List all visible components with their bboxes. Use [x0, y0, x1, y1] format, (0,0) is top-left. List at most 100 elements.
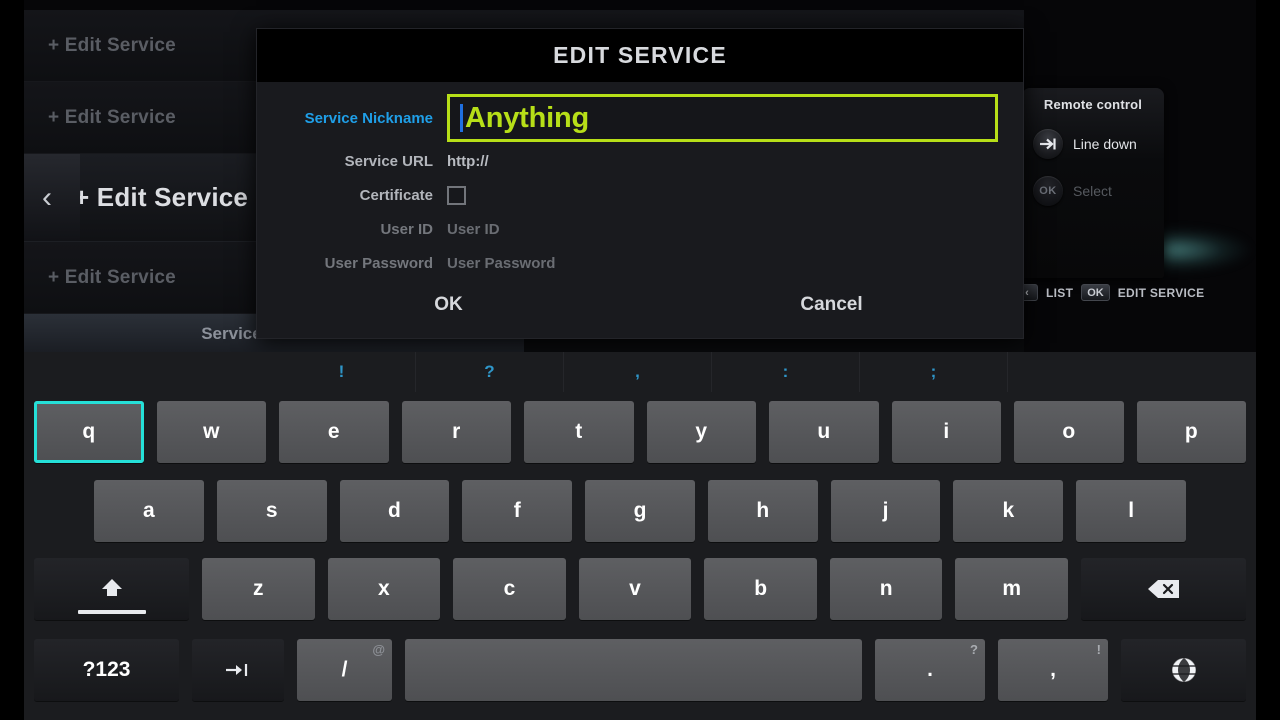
remote-item-line-down[interactable]: Line down [1022, 129, 1164, 159]
edit-service-hint-label: EDIT SERVICE [1117, 285, 1205, 300]
symbols-key[interactable]: ?123 [34, 639, 179, 701]
hint-label: , [635, 362, 640, 381]
list-item-label: + Edit Service [74, 182, 249, 212]
shift-icon [98, 576, 126, 602]
key-x[interactable]: x [327, 558, 441, 620]
list-item-label: + Edit Service [48, 106, 176, 128]
dialog-title: EDIT SERVICE [553, 42, 727, 68]
key-f[interactable]: f [462, 480, 573, 542]
slash-key-label: / [341, 658, 348, 681]
period-key-label: . [927, 658, 933, 681]
key-i[interactable]: i [891, 401, 1001, 463]
key-r[interactable]: r [401, 401, 511, 463]
nickname-label: Service Nickname [304, 109, 433, 127]
period-key-sup: ? [970, 642, 978, 657]
key-g[interactable]: g [585, 480, 695, 542]
punctuation-hint-row: ! ? , : ; [24, 352, 1256, 392]
user-id-input[interactable]: User ID [447, 221, 500, 238]
hint-label: ; [930, 362, 937, 381]
cancel-button[interactable]: Cancel [640, 294, 1023, 316]
slash-key[interactable]: / @ [297, 639, 392, 701]
nickname-input[interactable]: Anything [447, 94, 998, 142]
key-k[interactable]: k [953, 480, 1064, 542]
hint-cell[interactable]: ! [268, 352, 416, 392]
certificate-checkbox[interactable] [447, 185, 466, 205]
edit-service-dialog: EDIT SERVICE Service Nickname Anything S… [256, 28, 1024, 339]
remote-control-title: Remote control [1043, 97, 1143, 112]
space-key[interactable] [405, 639, 862, 701]
backspace-icon [1146, 577, 1182, 601]
key-l[interactable]: l [1076, 480, 1187, 542]
backspace-key[interactable] [1081, 558, 1247, 620]
user-password-input[interactable]: User Password [447, 255, 555, 272]
nickname-value: Anything [465, 101, 590, 134]
tv-screen: + Edit Service + Edit Service ‹ + Edit S… [0, 0, 1280, 720]
keyboard-row-2: a s d f g h j k l [24, 472, 1256, 550]
key-h[interactable]: h [707, 480, 818, 542]
url-label: Service URL [344, 152, 433, 170]
line-down-icon [1033, 129, 1063, 159]
key-p[interactable]: p [1136, 401, 1246, 463]
key-y[interactable]: y [646, 401, 756, 463]
ok-button[interactable]: OK [257, 294, 640, 316]
key-t[interactable]: t [524, 401, 634, 463]
hint-label: ! [338, 362, 345, 381]
keyboard-surface: ! ? , : ; q w e r t y u i o p a s d f g … [24, 352, 1256, 720]
language-key[interactable] [1121, 639, 1246, 701]
field-row-user-password: User Password User Password [257, 246, 1023, 280]
key-q[interactable]: q [34, 401, 144, 463]
dialog-form: Service Nickname Anything Service URL ht… [257, 82, 1023, 280]
ok-button-text: OK [1039, 185, 1057, 197]
key-j[interactable]: j [830, 480, 941, 542]
keyboard-row-4: ?123 / @ . ? , ! [24, 628, 1256, 712]
key-c[interactable]: c [453, 558, 566, 620]
globe-icon [1169, 655, 1199, 685]
text-caret [460, 104, 463, 132]
period-key[interactable]: . ? [875, 639, 985, 701]
tab-icon [224, 662, 252, 678]
field-row-url: Service URL http:// [257, 144, 1023, 178]
key-o[interactable]: o [1014, 401, 1124, 463]
field-row-nickname: Service Nickname Anything [257, 92, 1023, 144]
hint-cell[interactable]: ? [416, 352, 564, 392]
list-item-label: + Edit Service [48, 34, 176, 56]
key-w[interactable]: w [156, 401, 266, 463]
key-m[interactable]: m [955, 558, 1069, 620]
dialog-buttons: OK Cancel [257, 294, 1023, 316]
key-d[interactable]: d [339, 480, 450, 542]
hint-cell[interactable]: ; [860, 352, 1008, 392]
tab-key[interactable] [192, 639, 284, 701]
certificate-label: Certificate [359, 186, 433, 204]
hint-cell[interactable]: : [712, 352, 860, 392]
remote-item-select[interactable]: OK Select [1022, 176, 1164, 206]
hint-cell[interactable]: , [564, 352, 712, 392]
back-chevron-icon: ‹ [42, 180, 52, 214]
remote-item-label: Select [1073, 183, 1112, 199]
key-b[interactable]: b [704, 558, 817, 620]
hint-label: : [782, 362, 789, 381]
list-hint-label: LIST [1046, 285, 1074, 300]
comma-key-label: , [1050, 658, 1056, 681]
key-e[interactable]: e [279, 401, 389, 463]
on-screen-keyboard: ! ? , : ; q w e r t y u i o p a s d f g … [0, 352, 1280, 720]
key-z[interactable]: z [202, 558, 315, 620]
hint-label: ? [484, 362, 495, 381]
key-u[interactable]: u [769, 401, 879, 463]
slash-key-sup: @ [372, 642, 385, 657]
comma-key-sup: ! [1096, 642, 1101, 657]
key-n[interactable]: n [829, 558, 943, 620]
list-item-label: + Edit Service [48, 266, 176, 288]
shift-key[interactable] [34, 558, 189, 620]
key-v[interactable]: v [578, 558, 692, 620]
user-password-label: User Password [324, 254, 433, 272]
ok-key-badge[interactable]: OK [1081, 284, 1110, 301]
field-row-certificate: Certificate [257, 178, 1023, 212]
status-bar: ‹ LIST OK EDIT SERVICE [1016, 284, 1204, 301]
url-value[interactable]: http:// [447, 153, 489, 170]
comma-key[interactable]: , ! [998, 639, 1108, 701]
remote-item-label: Line down [1073, 136, 1137, 152]
key-s[interactable]: s [216, 480, 327, 542]
user-id-label: User ID [380, 220, 433, 238]
right-bezel [1256, 0, 1280, 360]
key-a[interactable]: a [94, 480, 204, 542]
